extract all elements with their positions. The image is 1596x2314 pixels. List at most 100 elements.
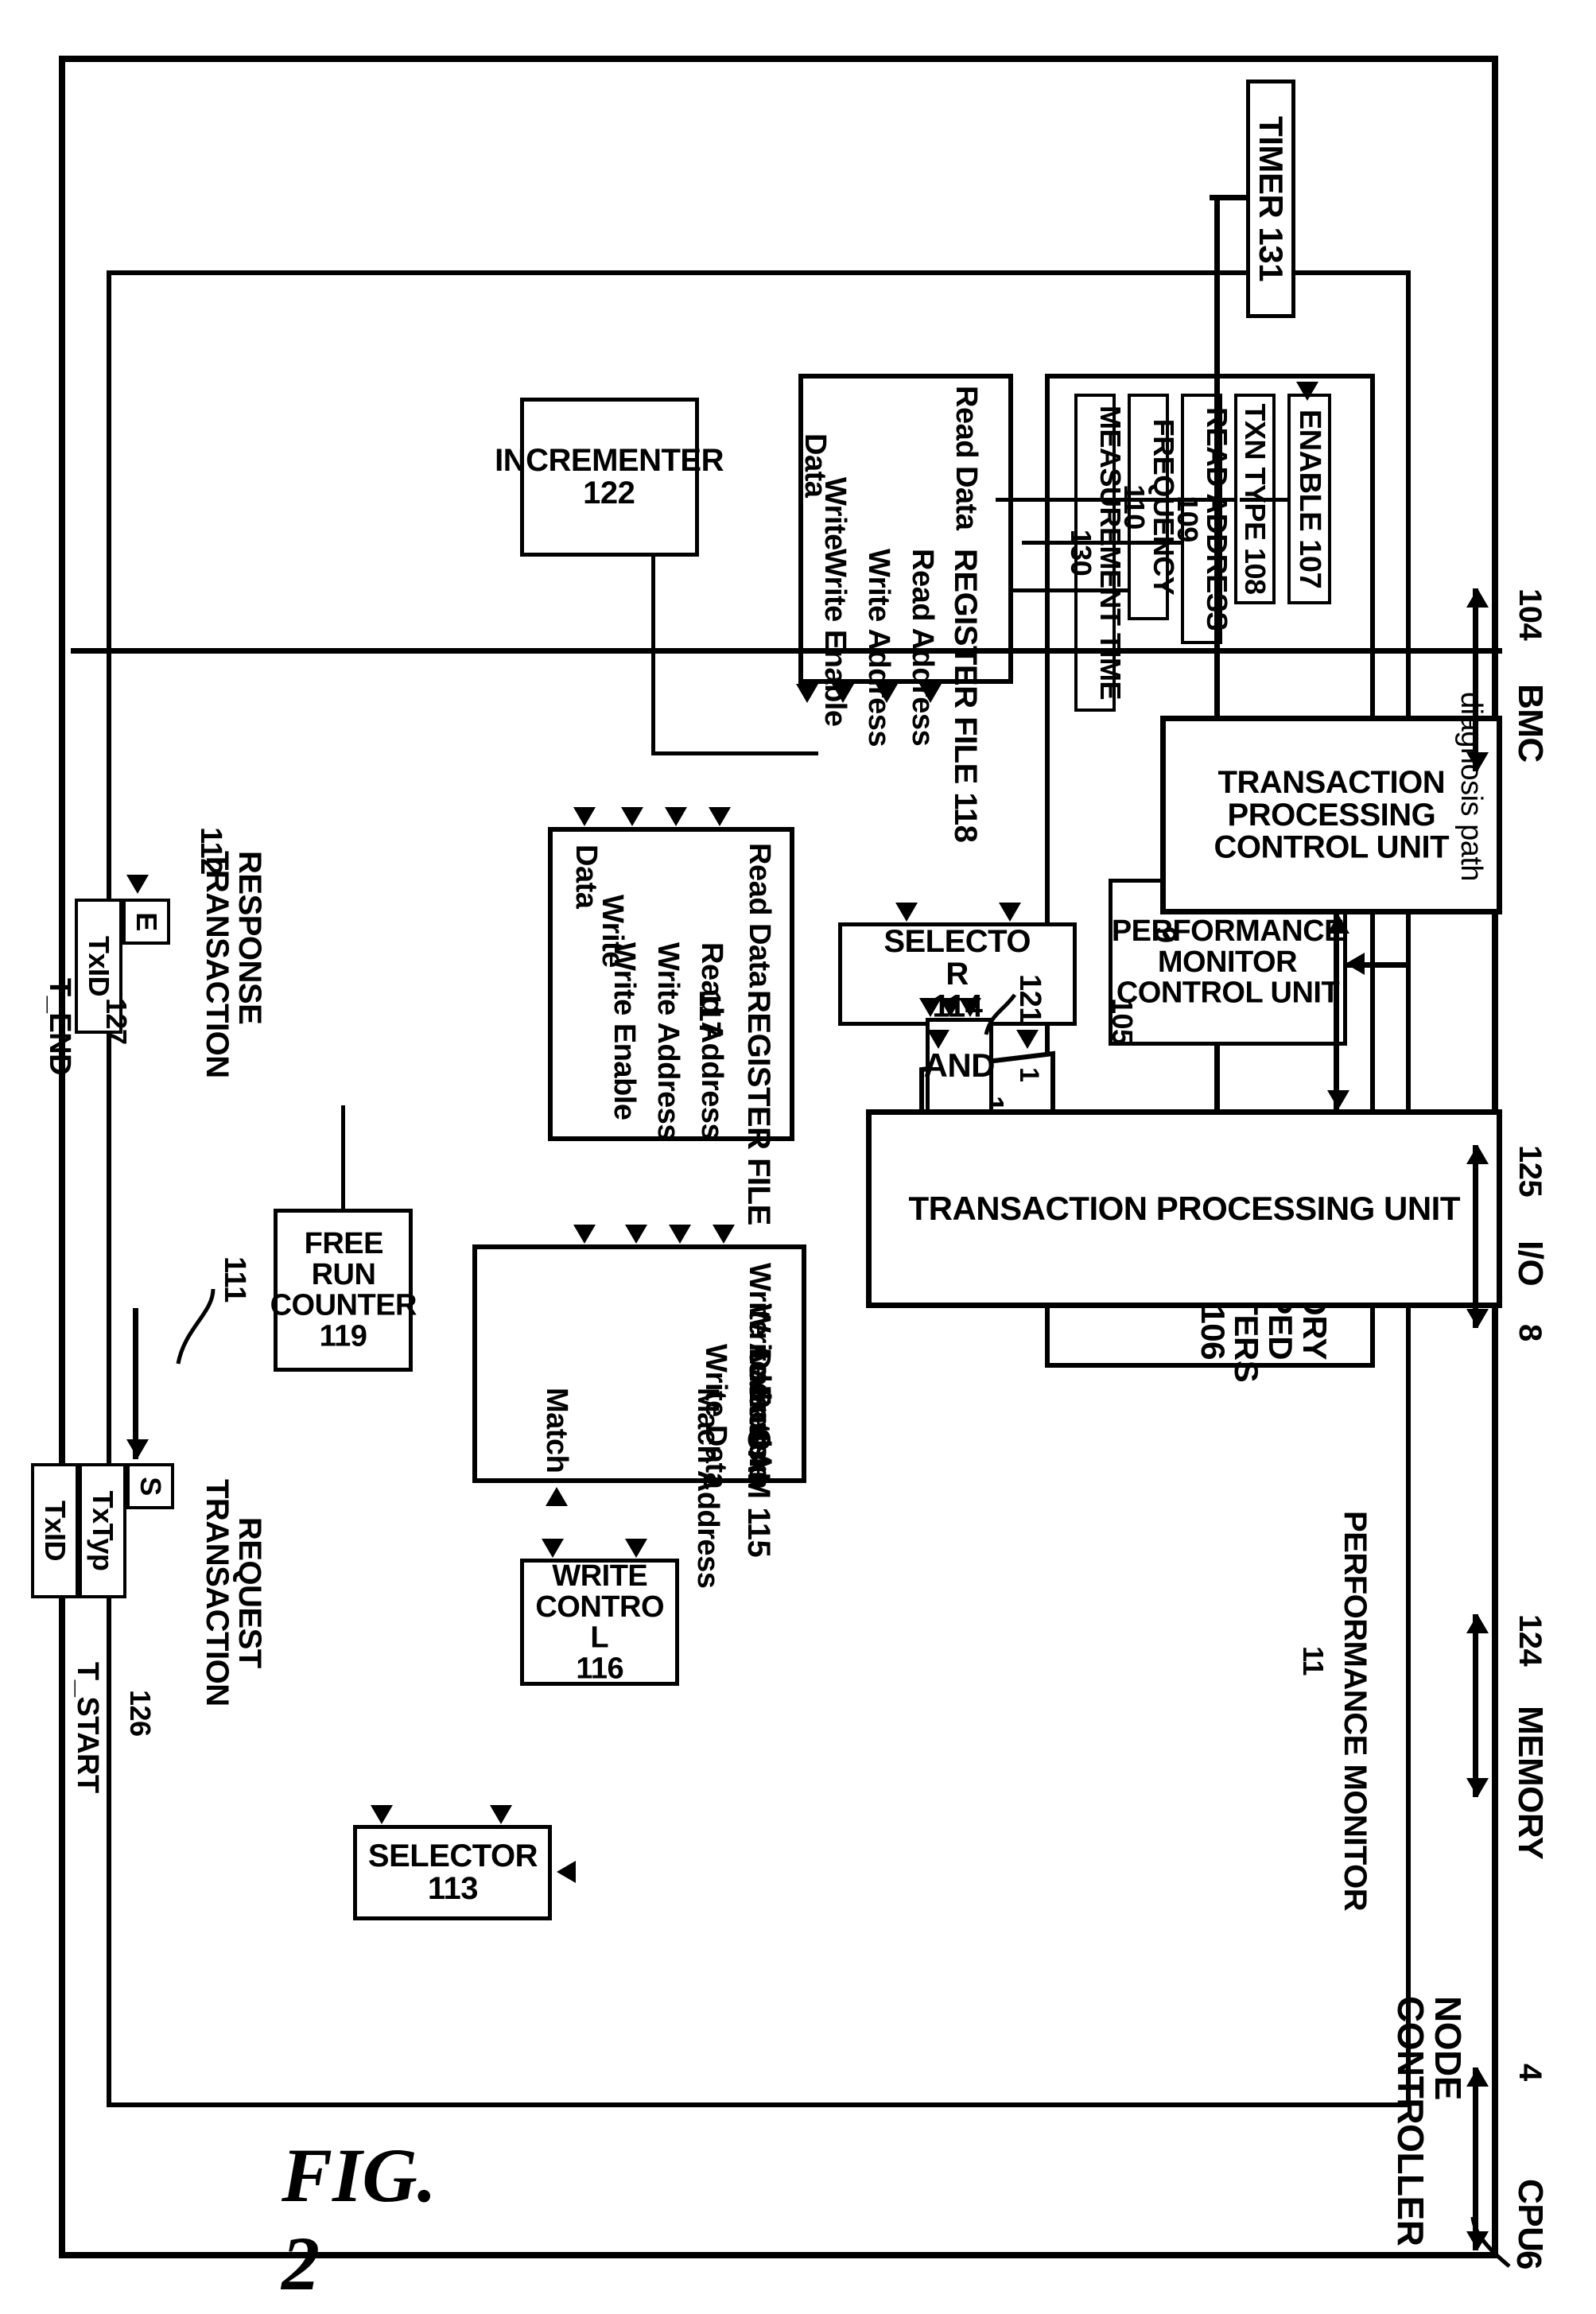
selector113-arrow-in-a <box>489 1805 512 1824</box>
performance-monitor-ref: 11 <box>1296 1646 1330 1676</box>
incrementer-block: INCREMENTER 122 <box>495 398 724 557</box>
response-transaction-field-txid-label: TxID <box>82 935 115 996</box>
diagnosis-path-label: diagnosis path <box>1454 692 1488 882</box>
register-file-118-port-data: Data <box>798 433 832 498</box>
selector114-arrow-a <box>998 903 1021 922</box>
mux120-arrow-in-b <box>926 1030 949 1049</box>
selector-113-label: SELECTOR 113 <box>367 1838 538 1906</box>
port-cpu-line <box>1472 2067 1478 2250</box>
rf117-arrow-write-data <box>573 807 596 826</box>
mmr-register-measurement-time-label: MEASUREMENT TIME 130 <box>1064 406 1127 700</box>
transaction-processing-unit-ref: 8 <box>1512 1324 1547 1341</box>
figure-canvas: 6 NODE CONTROLLER PERFORMANCE MONITOR 11… <box>27 32 1570 2306</box>
transaction-processing-control-unit-ref: 9 <box>1147 926 1182 943</box>
link-tpu-tpcu-arrow-a <box>1326 914 1349 934</box>
selector-113-block: SELECTOR 113 <box>352 1825 552 1920</box>
rf117-arrow-write-enable <box>620 807 643 826</box>
transaction-processing-control-unit-block: TRANSACTION PROCESSING CONTROL UNIT <box>1159 716 1502 914</box>
link-pmcu-arrow <box>1345 953 1365 975</box>
register-file-117-port-data: Data <box>569 844 603 909</box>
external-port-io-label: I/O <box>1510 1240 1550 1287</box>
rf118-arrow-write-address <box>875 684 898 703</box>
external-port-io-ref: 125 <box>1512 1145 1547 1198</box>
transaction-processing-unit-label: TRANSACTION PROCESSING UNIT <box>907 1189 1460 1227</box>
rf117-arrow-read-address <box>708 807 731 826</box>
external-port-memory-label: MEMORY <box>1510 1706 1550 1860</box>
register-file-117-port-write-address: Write Address <box>650 942 685 1141</box>
port-bmc-line <box>1472 588 1478 771</box>
external-bus-line <box>70 648 1502 654</box>
write-control-label: WRITE CONTRO L 116 <box>534 1559 664 1685</box>
response-transaction-field-e: E <box>122 899 170 945</box>
port-cpu-arrow-in <box>1466 2231 1489 2250</box>
register-file-117-port-read-data: Read Data <box>742 843 776 988</box>
write-control-block: WRITE CONTRO L 116 <box>519 1559 679 1686</box>
incrementer-label: INCREMENTER 122 <box>495 443 724 511</box>
cam-115-port-write-address: Write Address <box>742 1263 776 1462</box>
port-bmc-arrow-in <box>1466 752 1489 771</box>
write-control-arrow-in-b <box>541 1539 564 1558</box>
and-gate-label: AND <box>923 1046 995 1084</box>
and-arrow-in-a <box>958 998 981 1017</box>
response-transaction-field-e-label: E <box>130 912 163 931</box>
free-run-counter-block: FREE RUN COUNTER 119 <box>270 1209 416 1372</box>
rf118-arrow-write-data <box>795 684 818 703</box>
signal-t-end-label: T_END <box>42 978 76 1076</box>
performance-monitor-title: PERFORMANCE MONITOR <box>1337 1511 1373 1912</box>
mmr-register-frequency-label: FREQUENCY 110 <box>1117 418 1180 596</box>
timer-arrow-into-enable <box>1295 382 1318 401</box>
selector114-arrow-b <box>895 903 918 922</box>
performance-monitor-control-unit-label: PERFORMANCE MONITOR CONTROL UNIT <box>1111 914 1344 1010</box>
signal-t-start-ref: 126 <box>123 1690 157 1737</box>
mmr-feed-readaddr <box>1021 541 1181 545</box>
cam115-arrow-match-out <box>545 1487 568 1506</box>
register-file-117-port-write-enable: Write Enable <box>607 942 641 1120</box>
transaction-processing-unit-block: TRANSACTION PROCESSING UNIT <box>865 1109 1502 1308</box>
external-port-bmc-label: BMC <box>1510 684 1550 763</box>
mmr-feed-txntype <box>995 498 1234 502</box>
figure-caption: FIG. 2 <box>281 2133 437 2306</box>
port-bmc-arrow-out <box>1466 588 1489 608</box>
timer-label: TIMER 131 <box>1252 116 1290 281</box>
request-transaction-title: REQUEST TRANSACTION <box>199 1479 267 1706</box>
port-io-line <box>1472 1145 1478 1328</box>
free-run-counter-out <box>340 1105 345 1213</box>
register-file-117-title: REGISTER FILE <box>740 990 776 1225</box>
port-memory-arrow-in <box>1466 1778 1489 1797</box>
mmr-register-measurement-time: MEASUREMENT TIME 130 <box>1065 394 1126 712</box>
cam115-arrow-write-address <box>573 1225 596 1244</box>
signal-t-end-ref: 127 <box>99 998 133 1045</box>
request-transaction-field-txid-label: TxID <box>38 1500 72 1561</box>
write-control-arrow-in-a <box>624 1539 647 1558</box>
link-tpu-tpcu-arrow-b <box>1326 1090 1349 1109</box>
request-transaction-field-txtyp-label: TxTyp <box>86 1490 119 1571</box>
external-port-bmc-ref: 104 <box>1512 588 1547 641</box>
incrementer-to-rf118-v <box>650 751 818 755</box>
external-port-memory-ref: 124 <box>1512 1614 1547 1667</box>
mmr-feed-enable <box>1239 498 1287 502</box>
port-io-arrow-in <box>1466 1309 1489 1328</box>
mmr-register-enable: ENABLE 107 <box>1287 394 1331 604</box>
port-memory-arrow-out <box>1466 1614 1489 1633</box>
leader-121 <box>984 993 1016 1035</box>
cam115-arrow-write-data <box>668 1225 691 1244</box>
register-file-118-title: REGISTER FILE 118 <box>947 549 983 843</box>
timer-out-line-v <box>1209 195 1246 200</box>
request-transaction-ref: 111 <box>217 1256 251 1303</box>
request-transaction-field-txtyp: TxTyp <box>78 1463 126 1598</box>
leader-111 <box>176 1288 215 1365</box>
mux120-arrow-in-a <box>1015 1030 1039 1049</box>
cam115-arrow-write-enable <box>624 1225 647 1244</box>
cam-115-port-write-data: Write Data <box>698 1344 732 1489</box>
free-run-counter-label: FREE RUN COUNTER 119 <box>269 1227 417 1353</box>
and-arrow-in-c <box>918 998 942 1017</box>
tpu-to-response-arrow <box>126 875 149 894</box>
cam-115-port-match: Match <box>539 1388 573 1473</box>
request-transaction-field-s-label: S <box>134 1477 167 1496</box>
external-port-cpu-label: CPU <box>1510 2179 1550 2252</box>
mmr-register-frequency: FREQUENCY 110 <box>1118 394 1179 620</box>
selector113-arrow-in-b <box>370 1805 393 1824</box>
port-io-arrow-out <box>1466 1145 1489 1164</box>
cam115-arrow-pattern <box>712 1225 735 1244</box>
mmr-register-read-address-label: READ ADDRESS 109 <box>1171 407 1233 631</box>
